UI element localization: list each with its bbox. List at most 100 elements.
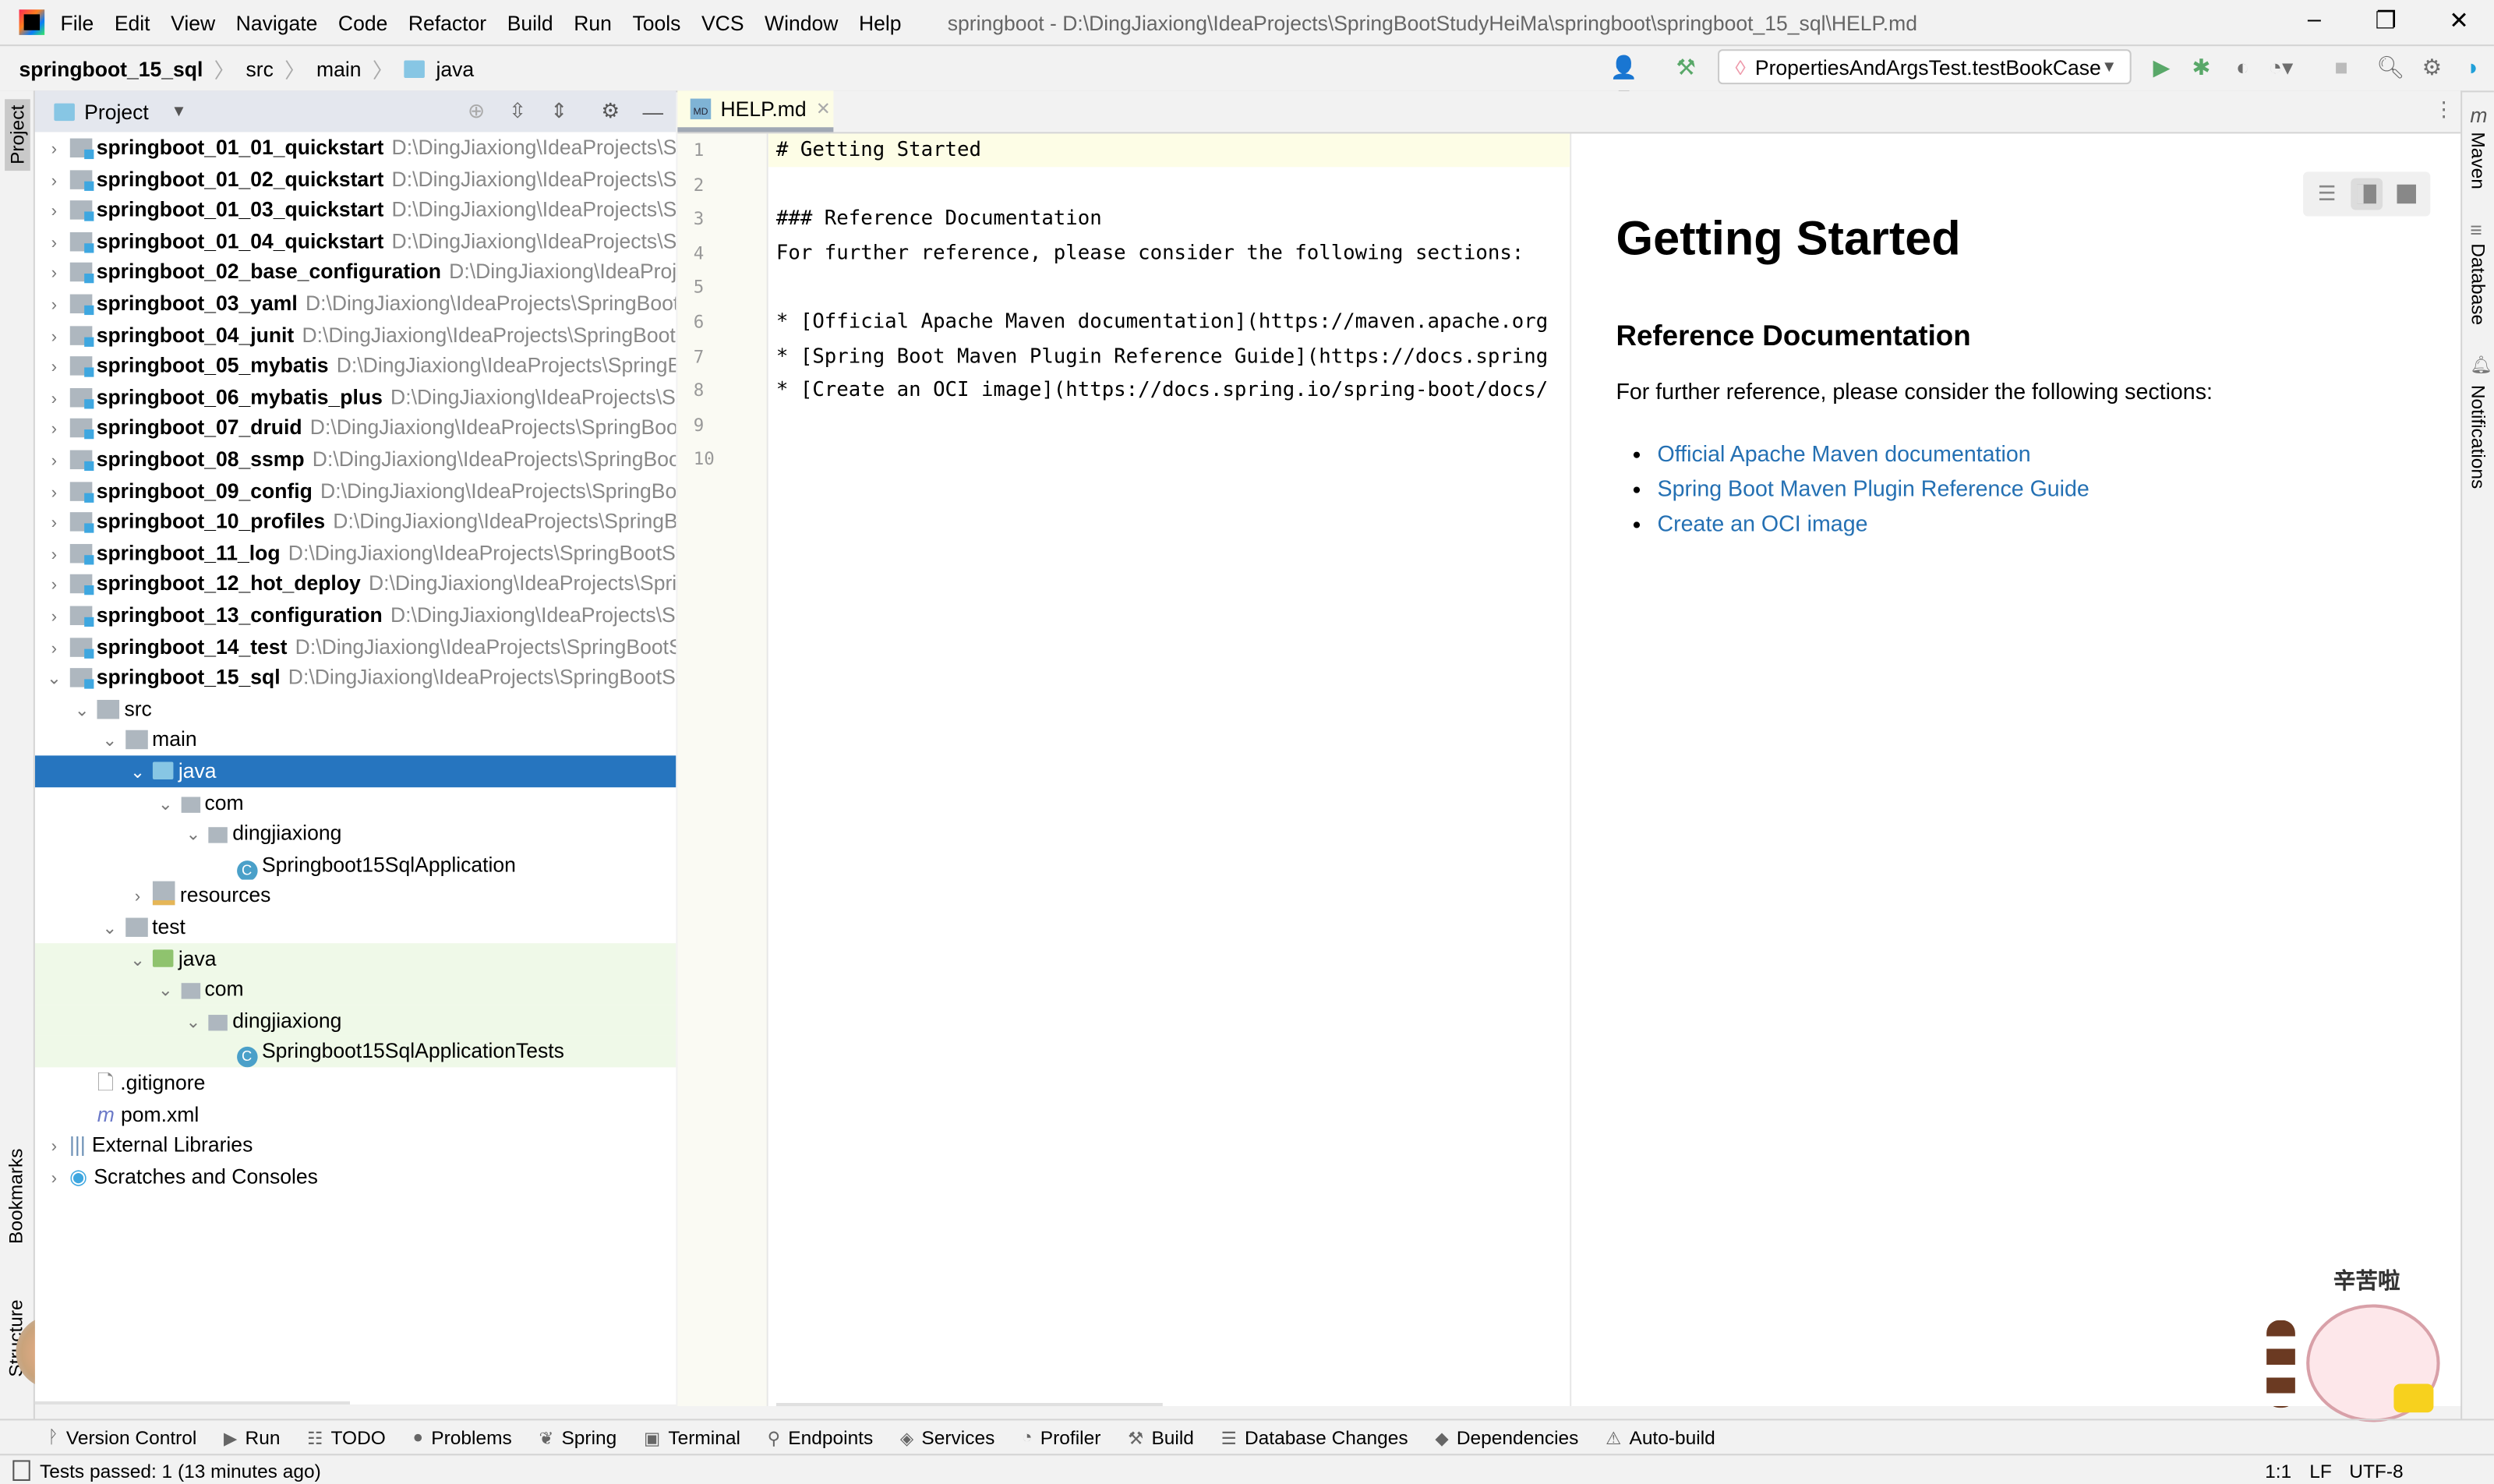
chevron-right-icon[interactable]: › bbox=[44, 509, 63, 537]
file-encoding[interactable]: UTF-8 bbox=[2349, 1459, 2403, 1482]
chevron-down-icon[interactable]: ⌄ bbox=[156, 977, 175, 1005]
tool-window-build[interactable]: ⚒ Build bbox=[1128, 1427, 1194, 1450]
tree-item[interactable]: › springboot_01_01_quickstart D:\DingJiax… bbox=[35, 132, 676, 163]
tree-item[interactable]: › springboot_03_yaml D:\DingJiaxiong\Idea… bbox=[35, 288, 676, 319]
breadcrumb-item[interactable]: springboot_15_sql bbox=[19, 56, 203, 80]
tree-item[interactable]: › springboot_01_02_quickstart D:\DingJiax… bbox=[35, 163, 676, 194]
chevron-down-icon[interactable]: ⌄ bbox=[184, 1008, 203, 1036]
minimize-button[interactable]: – bbox=[2298, 6, 2330, 34]
chevron-right-icon[interactable]: › bbox=[44, 260, 63, 288]
chevron-right-icon[interactable]: › bbox=[44, 291, 63, 319]
breadcrumb-item[interactable]: src bbox=[246, 56, 273, 80]
link-oci-image[interactable]: Create an OCI image bbox=[1658, 511, 1868, 536]
chevron-right-icon[interactable]: › bbox=[44, 1132, 63, 1161]
run-icon[interactable]: ▶ bbox=[2147, 54, 2176, 81]
tree-item[interactable]: C Springboot15SqlApplication bbox=[35, 849, 676, 881]
chevron-right-icon[interactable]: › bbox=[44, 384, 63, 412]
hide-panel-icon[interactable]: — bbox=[642, 100, 663, 124]
chevron-down-icon[interactable]: ▼ bbox=[171, 103, 186, 120]
tree-item[interactable]: › springboot_06_mybatis_plus D:\DingJiaxi… bbox=[35, 381, 676, 412]
run-configuration-dropdown[interactable]: ◊ PropertiesAndArgsTest.testBookCase ▼ bbox=[1718, 49, 2132, 85]
close-window-button[interactable]: ✕ bbox=[2443, 6, 2475, 35]
line-separator[interactable]: LF bbox=[2309, 1459, 2332, 1482]
tree-item[interactable]: › springboot_10_profiles D:\DingJiaxiong\… bbox=[35, 506, 676, 537]
link-spring-boot-plugin-guide[interactable]: Spring Boot Maven Plugin Reference Guide bbox=[1658, 475, 2090, 501]
more-options-icon[interactable]: ⋮ bbox=[2433, 97, 2454, 122]
tree-item[interactable]: › springboot_01_04_quickstart D:\DingJiax… bbox=[35, 225, 676, 256]
tool-window-dependencies[interactable]: ◆ Dependencies bbox=[1435, 1427, 1578, 1450]
horizontal-scrollbar[interactable] bbox=[34, 1401, 350, 1405]
tree-item[interactable]: › ||| External Libraries bbox=[35, 1129, 676, 1161]
preview-only-icon[interactable] bbox=[2390, 178, 2422, 210]
gear-icon[interactable]: ⚙ bbox=[601, 99, 620, 125]
gear-icon[interactable]: ⚙ bbox=[2418, 54, 2446, 81]
menu-file[interactable]: File bbox=[61, 10, 94, 34]
tree-item[interactable]: ⌄ springboot_15_sql D:\DingJiaxiong\IdeaP… bbox=[35, 662, 676, 693]
menu-vcs[interactable]: VCS bbox=[701, 10, 744, 34]
tool-window-problems[interactable]: ● Problems bbox=[413, 1427, 512, 1450]
tree-item[interactable]: › springboot_01_03_quickstart D:\DingJiax… bbox=[35, 194, 676, 225]
project-view-selector[interactable]: Project bbox=[84, 100, 149, 124]
chevron-right-icon[interactable]: › bbox=[44, 135, 63, 163]
chevron-down-icon[interactable]: ⌄ bbox=[101, 727, 119, 755]
chevron-right-icon[interactable]: › bbox=[44, 228, 63, 256]
tool-window-profiler[interactable]: ◔ Profiler bbox=[1022, 1427, 1100, 1450]
editor-only-icon[interactable]: ☰ bbox=[2311, 178, 2343, 210]
split-view-icon[interactable] bbox=[2351, 178, 2383, 210]
tree-item[interactable]: › springboot_08_ssmp D:\DingJiaxiong\Idea… bbox=[35, 443, 676, 475]
tool-window-version-control[interactable]: ᚹ Version Control bbox=[48, 1427, 196, 1450]
menu-navigate[interactable]: Navigate bbox=[236, 10, 318, 34]
tree-item[interactable]: › springboot_02_base_configuration D:\Din… bbox=[35, 256, 676, 288]
tree-item[interactable]: › springboot_07_druid D:\DingJiaxiong\Ide… bbox=[35, 412, 676, 443]
chevron-down-icon[interactable]: ⌄ bbox=[72, 696, 91, 724]
tree-item[interactable]: › springboot_09_config D:\DingJiaxiong\Id… bbox=[35, 475, 676, 506]
tool-window-services[interactable]: ◈ Services bbox=[900, 1427, 994, 1450]
tree-item[interactable]: ⌄ java bbox=[34, 755, 676, 787]
tool-window-todo[interactable]: ☷ TODO bbox=[307, 1427, 386, 1450]
tree-item[interactable]: 🗋︎ .gitignore bbox=[35, 1067, 676, 1098]
menu-refactor[interactable]: Refactor bbox=[408, 10, 486, 34]
chevron-right-icon[interactable]: › bbox=[44, 478, 63, 506]
chevron-down-icon[interactable]: ⌄ bbox=[44, 665, 63, 693]
chevron-right-icon[interactable]: › bbox=[44, 353, 63, 381]
tree-item[interactable]: › ◉ Scratches and Consoles bbox=[35, 1161, 676, 1192]
coverage-icon[interactable]: ◐ bbox=[2228, 54, 2257, 80]
toggle-tool-windows-icon[interactable] bbox=[12, 1460, 30, 1481]
notifications-tool-button[interactable]: Notifications bbox=[2467, 385, 2489, 489]
tool-window-run[interactable]: ▶ Run bbox=[224, 1427, 280, 1450]
debug-icon[interactable]: ✱ bbox=[2187, 54, 2216, 81]
menu-edit[interactable]: Edit bbox=[115, 10, 150, 34]
menu-run[interactable]: Run bbox=[574, 10, 612, 34]
tree-item[interactable]: › springboot_14_test D:\DingJiaxiong\Idea… bbox=[35, 631, 676, 662]
profile-icon[interactable]: ◔▾ bbox=[2266, 54, 2295, 81]
tool-window-spring[interactable]: ❦ Spring bbox=[539, 1427, 616, 1450]
tool-window-endpoints[interactable]: ⚲ Endpoints bbox=[768, 1427, 874, 1450]
chevron-right-icon[interactable]: › bbox=[44, 602, 63, 631]
tree-item[interactable]: › springboot_11_log D:\DingJiaxiong\IdeaP… bbox=[35, 537, 676, 568]
tree-item[interactable]: › springboot_05_mybatis D:\DingJiaxiong\I… bbox=[35, 350, 676, 381]
menu-code[interactable]: Code bbox=[338, 10, 387, 34]
chevron-down-icon[interactable]: ⌄ bbox=[128, 758, 147, 786]
status-message[interactable]: Tests passed: 1 (13 minutes ago) bbox=[40, 1459, 321, 1482]
chevron-right-icon[interactable]: › bbox=[44, 322, 63, 350]
chevron-right-icon[interactable]: › bbox=[44, 166, 63, 194]
database-tool-button[interactable]: Database bbox=[2467, 243, 2489, 325]
tree-item[interactable]: › springboot_04_junit D:\DingJiaxiong\Ide… bbox=[35, 319, 676, 350]
tree-item[interactable]: ⌄ dingjiaxiong bbox=[35, 818, 676, 849]
chevron-down-icon[interactable]: ⌄ bbox=[156, 790, 175, 818]
chevron-down-icon[interactable]: ⌄ bbox=[184, 821, 203, 849]
code-editor[interactable]: # Getting Started ### Reference Documenta… bbox=[768, 133, 1572, 1407]
chevron-right-icon[interactable]: › bbox=[44, 1164, 63, 1192]
chevron-down-icon[interactable]: ⌄ bbox=[128, 945, 147, 973]
chevron-right-icon[interactable]: › bbox=[44, 540, 63, 568]
tool-window-terminal[interactable]: ▣ Terminal bbox=[644, 1427, 740, 1450]
build-hammer-icon[interactable]: ⚒ bbox=[1672, 54, 1701, 81]
tab-help-md[interactable]: MD HELP.md ✕ bbox=[677, 90, 834, 132]
chevron-right-icon[interactable]: › bbox=[44, 415, 63, 443]
breadcrumb-item[interactable]: main bbox=[316, 56, 362, 80]
chevron-right-icon[interactable]: › bbox=[44, 634, 63, 662]
locate-file-icon[interactable]: ⊕ bbox=[468, 99, 485, 125]
tree-item[interactable]: › springboot_13_configuration D:\DingJiax… bbox=[35, 599, 676, 631]
menu-view[interactable]: View bbox=[171, 10, 215, 34]
maximize-button[interactable]: ❐ bbox=[2370, 6, 2402, 35]
